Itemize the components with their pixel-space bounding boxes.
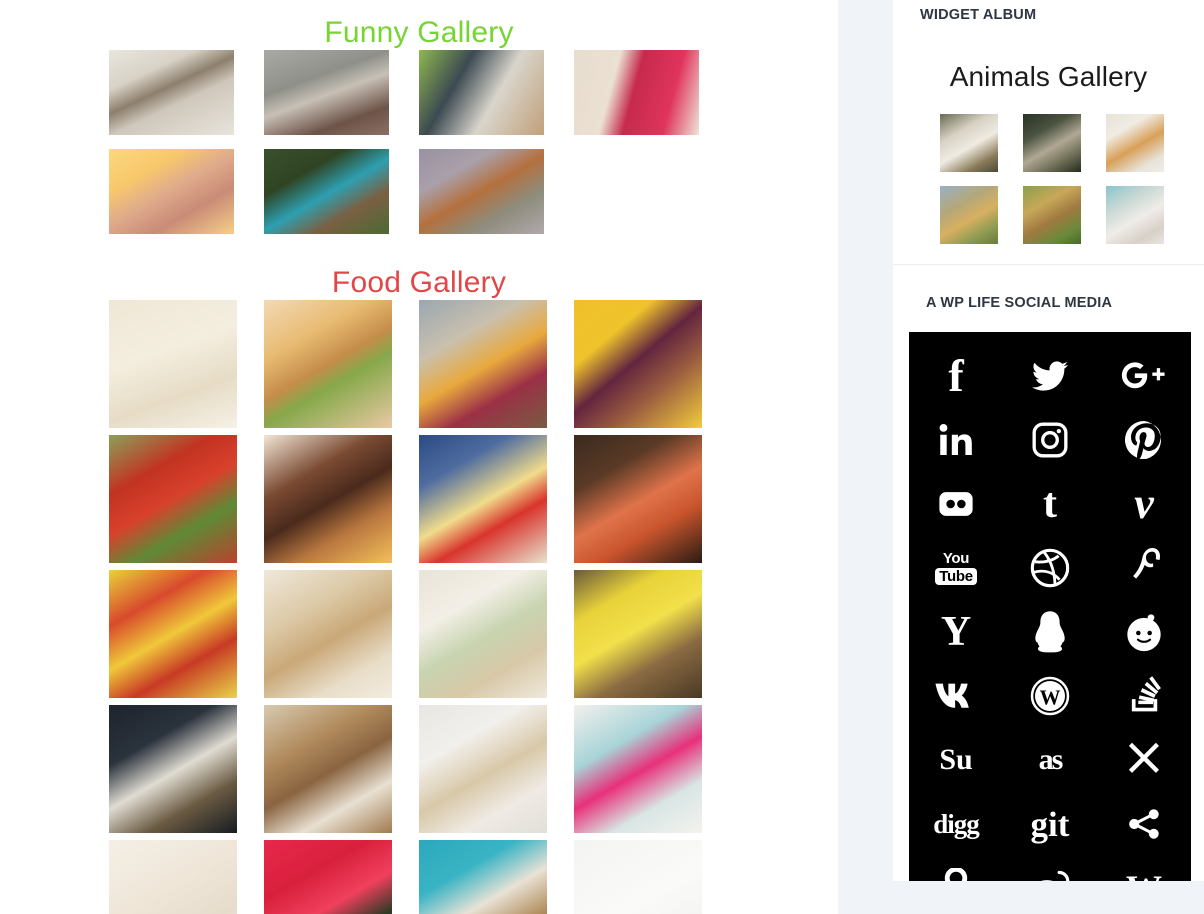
gallery-thumbnail[interactable] — [574, 570, 702, 698]
gallery-thumbnail[interactable] — [419, 50, 544, 135]
gallery-thumbnail[interactable] — [264, 840, 392, 914]
wordpress-icon[interactable]: W — [1003, 664, 1097, 728]
pinterest-icon[interactable] — [1097, 408, 1191, 472]
gallery-thumbnail[interactable] — [109, 705, 237, 833]
yahoo-icon[interactable]: Y — [909, 600, 1003, 664]
gallery-thumbnail[interactable] — [109, 435, 237, 563]
gallery-thumbnail[interactable] — [574, 50, 699, 135]
album-thumbnail[interactable] — [1106, 186, 1164, 244]
odnoklassniki-icon[interactable] — [909, 856, 1003, 881]
gallery-thumbnail[interactable] — [109, 50, 234, 135]
twitter-icon[interactable] — [1003, 344, 1097, 408]
gallery-thumbnail[interactable] — [264, 570, 392, 698]
gallery-thumbnail[interactable] — [419, 149, 544, 234]
gallery-thumbnail[interactable] — [264, 149, 389, 234]
album-thumbnail[interactable] — [1023, 114, 1081, 172]
widget-social-media: A WP Life Social Media f — [893, 265, 1204, 881]
digg-label: digg — [933, 808, 980, 839]
reddit-icon[interactable] — [1097, 600, 1191, 664]
album-thumbnail[interactable] — [940, 114, 998, 172]
gallery-title-food: Food Gallery — [331, 266, 507, 299]
svg-text:W: W — [1040, 686, 1061, 710]
gallery-thumbnail[interactable] — [109, 149, 234, 234]
gallery-thumbnail[interactable] — [264, 435, 392, 563]
gallery-thumbnail[interactable] — [574, 300, 702, 428]
vimeo-icon[interactable]: v — [1097, 472, 1191, 536]
widget-album: Widget Album Animals Gallery — [893, 0, 1204, 264]
youtube-text-top: You — [942, 550, 970, 567]
album-thumbnail[interactable] — [940, 186, 998, 244]
gallery-section-funny: Funny Gallery — [0, 0, 838, 248]
share-icon[interactable] — [1097, 792, 1191, 856]
gallery-thumbnail[interactable] — [109, 840, 237, 914]
google-plus-icon[interactable] — [1097, 344, 1191, 408]
xing-icon[interactable]: ⨉ — [1097, 728, 1191, 792]
vine-icon[interactable] — [1097, 536, 1191, 600]
wikipedia-icon[interactable]: W — [1097, 856, 1191, 881]
instagram-icon[interactable] — [1003, 408, 1097, 472]
git-icon[interactable]: git — [1003, 792, 1097, 856]
gallery-thumbnail[interactable] — [419, 300, 547, 428]
qq-icon[interactable] — [1003, 600, 1097, 664]
dribbble-icon[interactable] — [1003, 536, 1097, 600]
linkedin-icon[interactable] — [909, 408, 1003, 472]
main-content: Funny Gallery Food Gallery — [0, 0, 838, 914]
gallery-thumbnail[interactable] — [264, 50, 389, 135]
git-label: git — [1030, 804, 1070, 844]
lastfm-icon[interactable]: as — [1003, 728, 1097, 792]
youtube-text-bottom: Tube — [935, 568, 977, 585]
stumbleupon-icon[interactable]: Su — [909, 728, 1003, 792]
gallery-thumbnail[interactable] — [419, 705, 547, 833]
facebook-icon[interactable]: f — [909, 344, 1003, 408]
stack-overflow-icon[interactable] — [1097, 664, 1191, 728]
gallery-thumbnail[interactable] — [109, 570, 237, 698]
gallery-thumbnail[interactable] — [264, 705, 392, 833]
gallery-thumbnail[interactable] — [419, 435, 547, 563]
gallery-thumbnail[interactable] — [574, 705, 702, 833]
flickr-icon[interactable] — [909, 472, 1003, 536]
page-root: Funny Gallery Food Gallery WIDGET ALBUM … — [0, 0, 1204, 914]
album-thumbnail[interactable] — [1106, 114, 1164, 172]
gallery-thumbnail[interactable] — [109, 300, 237, 428]
widget-social-heading: A WP Life Social Media — [926, 295, 1113, 311]
widget-album-heading: Widget Album — [920, 7, 1037, 23]
sidebar: Widget Album Animals Gallery A WP Life S… — [893, 0, 1204, 914]
album-thumbnail-grid — [932, 93, 1165, 258]
gallery-thumbnail[interactable] — [419, 570, 547, 698]
thumbnail-grid-funny — [109, 50, 729, 248]
gallery-section-food: Food Gallery — [0, 248, 838, 914]
digg-icon[interactable]: digg — [909, 792, 1003, 856]
album-title: Animals Gallery — [949, 61, 1148, 92]
gallery-thumbnail[interactable] — [574, 435, 702, 563]
layout-gutter — [838, 0, 893, 914]
album-thumbnail[interactable] — [1023, 186, 1081, 244]
social-icon-panel: f t v You Tube Y W Su as ⨉ digg git — [909, 332, 1191, 881]
gallery-thumbnail[interactable] — [419, 840, 547, 914]
youtube-icon[interactable]: You Tube — [909, 536, 1003, 600]
vk-icon[interactable] — [909, 664, 1003, 728]
gallery-title-funny: Funny Gallery — [324, 16, 514, 49]
weibo-icon[interactable] — [1003, 856, 1097, 881]
thumbnail-grid-food — [109, 300, 729, 914]
gallery-thumbnail[interactable] — [574, 840, 702, 914]
gallery-thumbnail[interactable] — [264, 300, 392, 428]
tumblr-icon[interactable]: t — [1003, 472, 1097, 536]
